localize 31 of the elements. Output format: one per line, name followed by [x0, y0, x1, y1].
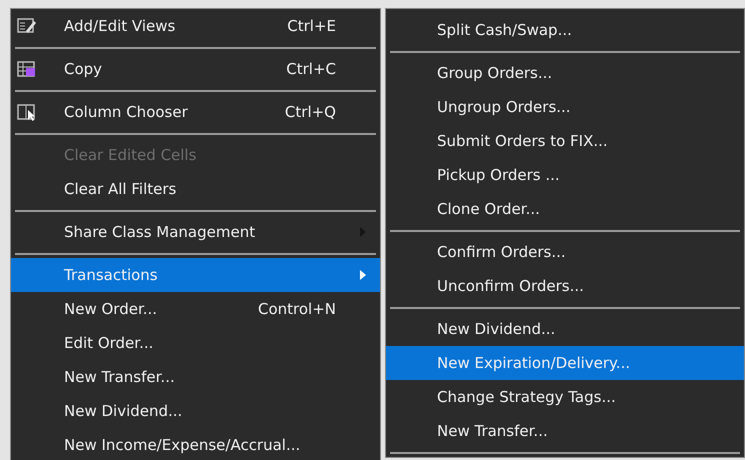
menu-item[interactable]: Share Class Management [11, 215, 380, 249]
menu-item[interactable]: Clear All Filters [11, 172, 380, 206]
menu-item[interactable]: Change Strategy Tags... [386, 380, 744, 414]
menu-item[interactable]: Pickup Orders ... [386, 158, 744, 192]
table-copy-icon [17, 60, 37, 78]
menu-item[interactable]: Add/Edit Views Ctrl+E [11, 9, 380, 43]
menu-item[interactable]: Clone Order... [386, 192, 744, 226]
menu-item[interactable]: Copy Ctrl+C [11, 52, 380, 86]
menu-item[interactable]: New Order... Control+N [11, 292, 380, 326]
column-chooser-icon [17, 103, 37, 121]
shortcut-label: Ctrl+C [286, 58, 337, 80]
menu-item[interactable]: New Transfer... [11, 360, 380, 394]
menu-item[interactable]: Transactions [11, 258, 380, 292]
menu-item[interactable]: New Expiration/Delivery... [386, 346, 744, 380]
menu-item[interactable]: Column Chooser Ctrl+Q [11, 95, 380, 129]
menu-item[interactable]: Submit Orders to FIX... [386, 124, 744, 158]
menu-item[interactable]: Group Orders... [386, 56, 744, 90]
shortcut-label: Control+N [258, 298, 337, 320]
edit-views-icon [17, 17, 37, 35]
menu-item[interactable]: Confirm Orders... [386, 235, 744, 269]
shortcut-label: Ctrl+Q [284, 102, 337, 123]
shortcut-label: Ctrl+E [287, 16, 337, 37]
menu-item[interactable]: Edit Order... [11, 326, 380, 360]
menu-item[interactable]: New Dividend... [11, 394, 380, 428]
menu-item[interactable]: Unconfirm Orders... [386, 269, 744, 303]
submenu-arrow-icon [360, 270, 366, 280]
menu-item[interactable]: New Income/Expense/Accrual... [11, 428, 380, 460]
menu-item[interactable]: New Dividend... [386, 312, 744, 346]
menu-item[interactable]: New Transfer... [386, 414, 744, 448]
menu-item[interactable]: Ungroup Orders... [386, 90, 744, 124]
menu-item[interactable]: Split Cash/Swap... [386, 13, 744, 47]
